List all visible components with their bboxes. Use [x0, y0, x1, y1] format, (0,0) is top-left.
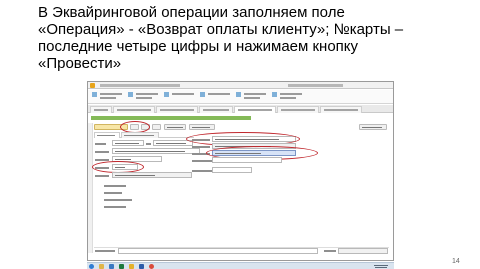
- label-terminal: [95, 175, 109, 177]
- section-icon[interactable]: [272, 92, 277, 97]
- page-number: 14: [452, 258, 460, 265]
- section-icon[interactable]: [200, 92, 205, 97]
- word-icon[interactable]: [139, 264, 144, 269]
- slide-line-2: «Операция» - «Возврат оплаты клиенту»; №…: [38, 21, 404, 38]
- label-sent: [104, 185, 126, 187]
- label-operation-code: [192, 170, 212, 172]
- section-icon[interactable]: [164, 92, 169, 97]
- label-number: [95, 143, 106, 145]
- start-icon[interactable]: [89, 264, 94, 269]
- embedded-screenshot: [87, 81, 394, 261]
- app-icon: [90, 83, 95, 88]
- more-actions-button[interactable]: [359, 124, 387, 130]
- side-panel: [88, 123, 93, 253]
- slide-line-3: последние четыре цифры и нажимаем кнопку: [38, 38, 359, 55]
- 1c-icon[interactable]: [129, 264, 134, 269]
- label-author: [324, 250, 336, 252]
- section-icon[interactable]: [92, 92, 97, 97]
- organization-field[interactable]: [112, 148, 200, 154]
- slide-line-4: «Провести»: [38, 55, 122, 72]
- comment-field[interactable]: [118, 248, 318, 254]
- date-field[interactable]: [153, 140, 193, 146]
- open-windows-bar: [88, 105, 393, 113]
- label-from: [146, 143, 151, 145]
- label-email: [104, 206, 126, 208]
- section-icon[interactable]: [236, 92, 241, 97]
- tab-other[interactable]: [199, 106, 233, 113]
- tab-cash-operations[interactable]: [113, 106, 155, 113]
- section-sales[interactable]: [172, 93, 194, 95]
- label-organization: [95, 151, 109, 153]
- label-division: [192, 160, 212, 162]
- system-tray: [370, 264, 392, 269]
- division-field[interactable]: [212, 157, 282, 163]
- section-main[interactable]: [100, 93, 122, 95]
- create-based-on-button[interactable]: [164, 124, 186, 130]
- label-status: [104, 199, 132, 201]
- slide-body: В Эквайринговой операции заполняем поле …: [38, 4, 474, 72]
- browser-icon[interactable]: [109, 264, 114, 269]
- tab-acquiring-list[interactable]: [156, 106, 198, 113]
- operation-code-field[interactable]: [212, 167, 252, 173]
- terminal-field[interactable]: [112, 172, 192, 178]
- section-crm[interactable]: [136, 93, 158, 95]
- section-finance[interactable]: [280, 93, 302, 95]
- tab-returns[interactable]: [277, 106, 319, 113]
- window-controls[interactable]: [371, 83, 391, 96]
- section-warehouse[interactable]: [244, 93, 266, 95]
- section-panel: [88, 90, 393, 104]
- window-title: [100, 84, 180, 87]
- excel-icon[interactable]: [119, 264, 124, 269]
- tab-acquiring-operation[interactable]: [234, 106, 276, 113]
- user-name: [288, 84, 343, 87]
- tab-receipt[interactable]: [320, 106, 362, 113]
- section-icon[interactable]: [128, 92, 133, 97]
- section-purchases[interactable]: [208, 93, 230, 95]
- undo-posting-button[interactable]: [152, 124, 161, 130]
- window-titlebar: [88, 82, 393, 96]
- tab-main[interactable]: [94, 132, 120, 138]
- label-receipt: [104, 192, 122, 194]
- form-tabs: [94, 132, 194, 138]
- label-counterparty: [192, 146, 210, 148]
- print-button[interactable]: [189, 124, 215, 130]
- tab-payment-decoding[interactable]: [121, 132, 159, 138]
- tab-home[interactable]: [90, 106, 112, 113]
- chrome-icon[interactable]: [149, 264, 154, 269]
- author-field[interactable]: [338, 248, 388, 254]
- explorer-icon[interactable]: [99, 264, 104, 269]
- taskbar: [87, 262, 394, 269]
- label-comment: [95, 250, 115, 252]
- slide-line-1: В Эквайринговой операции заполняем поле: [38, 4, 345, 21]
- clock: [374, 265, 388, 266]
- document-title: [91, 115, 271, 121]
- number-field[interactable]: [112, 140, 144, 146]
